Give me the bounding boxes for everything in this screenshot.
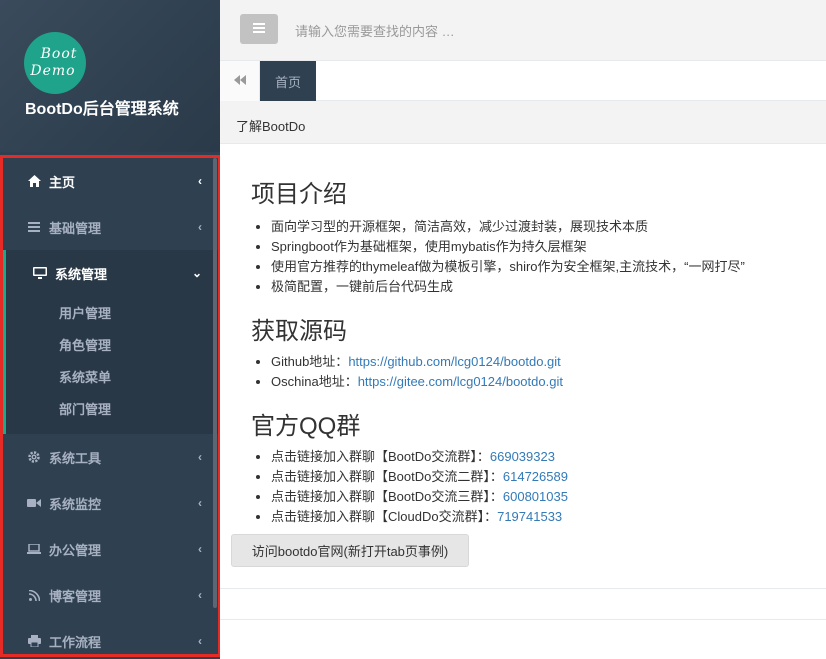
sidebar-subitem-roles[interactable]: 角色管理 (6, 328, 218, 360)
laptop-icon (25, 544, 43, 554)
bars-icon (25, 222, 43, 232)
sidebar-item-label: 系统工具 (49, 450, 102, 466)
sidebar-item-system[interactable]: 系统管理 ⌄ (6, 250, 218, 296)
chevron-down-icon: ⌄ (191, 266, 202, 280)
section-title-source: 获取源码 (251, 318, 347, 345)
desktop-icon (31, 267, 49, 279)
source-list: Github地址：https://github.com/lcg0124/boot… (271, 352, 826, 392)
qq-label: 点击链接加入群聊【BootDo交流三群】： (271, 489, 503, 504)
sidebar-item-basic[interactable]: 基础管理 ‹ (3, 204, 218, 250)
sidebar-scrollbar[interactable] (213, 158, 217, 608)
oschina-link[interactable]: https://gitee.com/lcg0124/bootdo.git (358, 374, 563, 389)
sidebar-subitem-depts[interactable]: 部门管理 (6, 392, 218, 424)
footer-divider (220, 619, 826, 620)
intro-list: 面向学习型的开源框架，简洁高效，减少过渡封装，展现技术本质 Springboot… (271, 217, 826, 297)
list-item: 点击链接加入群聊【BootDo交流群】：669039323 (271, 447, 826, 467)
app-title: BootDo后台管理系统 (25, 101, 179, 118)
sidebar-item-label: 工作流程 (49, 634, 102, 650)
tab-home[interactable]: 首页 (260, 61, 316, 101)
qq-group-link[interactable]: 614726589 (503, 469, 568, 484)
sidebar-item-blog[interactable]: 博客管理 ‹ (3, 572, 218, 618)
source-label: Oschina地址： (271, 374, 358, 389)
hamburger-icon (253, 22, 265, 37)
sidebar-subitem-menus[interactable]: 系统菜单 (6, 360, 218, 392)
qq-group-link[interactable]: 600801035 (503, 489, 568, 504)
source-label: Github地址： (271, 354, 349, 369)
app-logo[interactable]: Boot Demo (24, 32, 86, 94)
logo-text-line2: Demo (30, 63, 76, 79)
home-icon (25, 175, 43, 187)
chevron-left-icon: ‹ (198, 450, 202, 464)
sidebar-item-label: 办公管理 (49, 542, 102, 558)
sidebar-item-label: 主页 (49, 174, 76, 190)
list-item: 面向学习型的开源框架，简洁高效，减少过渡封装，展现技术本质 (271, 217, 826, 237)
list-item: Github地址：https://github.com/lcg0124/boot… (271, 352, 826, 372)
logo-text-line1: Boot (40, 46, 78, 62)
github-link[interactable]: https://github.com/lcg0124/bootdo.git (348, 354, 560, 369)
list-item: Oschina地址：https://gitee.com/lcg0124/boot… (271, 372, 826, 392)
main-content: 项目介绍 面向学习型的开源框架，简洁高效，减少过渡封装，展现技术本质 Sprin… (220, 144, 826, 589)
qq-group-link[interactable]: 669039323 (490, 449, 555, 464)
chevron-left-icon: ‹ (198, 634, 202, 648)
section-title-intro: 项目介绍 (251, 181, 347, 208)
qq-label: 点击链接加入群聊【CloudDo交流群】： (271, 509, 498, 524)
qq-group-link[interactable]: 719741533 (497, 509, 562, 524)
qq-label: 点击链接加入群聊【BootDo交流群】： (271, 449, 490, 464)
breadcrumb: 了解BootDo (220, 102, 826, 144)
sidebar: Boot Demo BootDo后台管理系统 主页 ‹ 基础管理 ‹ 系统管理 … (0, 0, 220, 659)
sidebar-header: Boot Demo BootDo后台管理系统 (0, 0, 220, 152)
sidebar-subitem-users[interactable]: 用户管理 (6, 296, 218, 328)
visit-website-button[interactable]: 访问bootdo官网(新打开tab页事例) (231, 534, 469, 567)
sidebar-item-label: 基础管理 (49, 220, 102, 236)
menu-toggle-button[interactable] (240, 14, 278, 44)
sidebar-item-label: 博客管理 (49, 588, 102, 604)
list-item: 点击链接加入群聊【BootDo交流二群】：614726589 (271, 467, 826, 487)
tab-scroll-left-button[interactable] (220, 61, 260, 101)
section-title-qq: 官方QQ群 (251, 413, 361, 440)
sidebar-group-system: 系统管理 ⌄ 用户管理 角色管理 系统菜单 部门管理 (3, 250, 218, 434)
list-item: 极简配置，一键前后台代码生成 (271, 277, 826, 297)
chevron-left-icon: ‹ (198, 496, 202, 510)
sidebar-item-home[interactable]: 主页 ‹ (3, 158, 218, 204)
sidebar-item-workflow[interactable]: 工作流程 ‹ (3, 618, 218, 659)
top-navbar: 请输入您需要查找的内容 … (220, 0, 826, 61)
backward-icon (233, 74, 246, 89)
qq-list: 点击链接加入群聊【BootDo交流群】：669039323 点击链接加入群聊【B… (271, 447, 826, 527)
sidebar-item-office[interactable]: 办公管理 ‹ (3, 526, 218, 572)
print-icon (25, 635, 43, 647)
qq-label: 点击链接加入群聊【BootDo交流二群】： (271, 469, 503, 484)
sidebar-item-monitor[interactable]: 系统监控 ‹ (3, 480, 218, 526)
chevron-left-icon: ‹ (198, 542, 202, 556)
tabs-bar: 首页 (220, 61, 826, 101)
chevron-left-icon: ‹ (198, 174, 202, 188)
chevron-left-icon: ‹ (198, 220, 202, 234)
video-icon (25, 498, 43, 508)
sidebar-item-tools[interactable]: 系统工具 ‹ (3, 434, 218, 480)
chevron-left-icon: ‹ (198, 588, 202, 602)
gear-icon (25, 451, 43, 463)
sidebar-item-label: 系统管理 (55, 266, 108, 282)
sidebar-sublist: 用户管理 角色管理 系统菜单 部门管理 (6, 296, 218, 434)
list-item: 点击链接加入群聊【BootDo交流三群】：600801035 (271, 487, 826, 507)
footer (220, 589, 826, 659)
list-item: Springboot作为基础框架，使用mybatis作为持久层框架 (271, 237, 826, 257)
sidebar-menu: 主页 ‹ 基础管理 ‹ 系统管理 ⌄ 用户管理 角色管理 系统菜单 部门管理 系… (0, 155, 220, 657)
breadcrumb-label: 了解BootDo (236, 119, 306, 134)
list-item: 使用官方推荐的thymeleaf做为模板引擎，shiro作为安全框架,主流技术，… (271, 257, 826, 277)
sidebar-item-label: 系统监控 (49, 496, 102, 512)
list-item: 点击链接加入群聊【CloudDo交流群】：719741533 (271, 507, 826, 527)
search-input[interactable]: 请输入您需要查找的内容 … (295, 21, 455, 40)
rss-icon (25, 589, 43, 601)
